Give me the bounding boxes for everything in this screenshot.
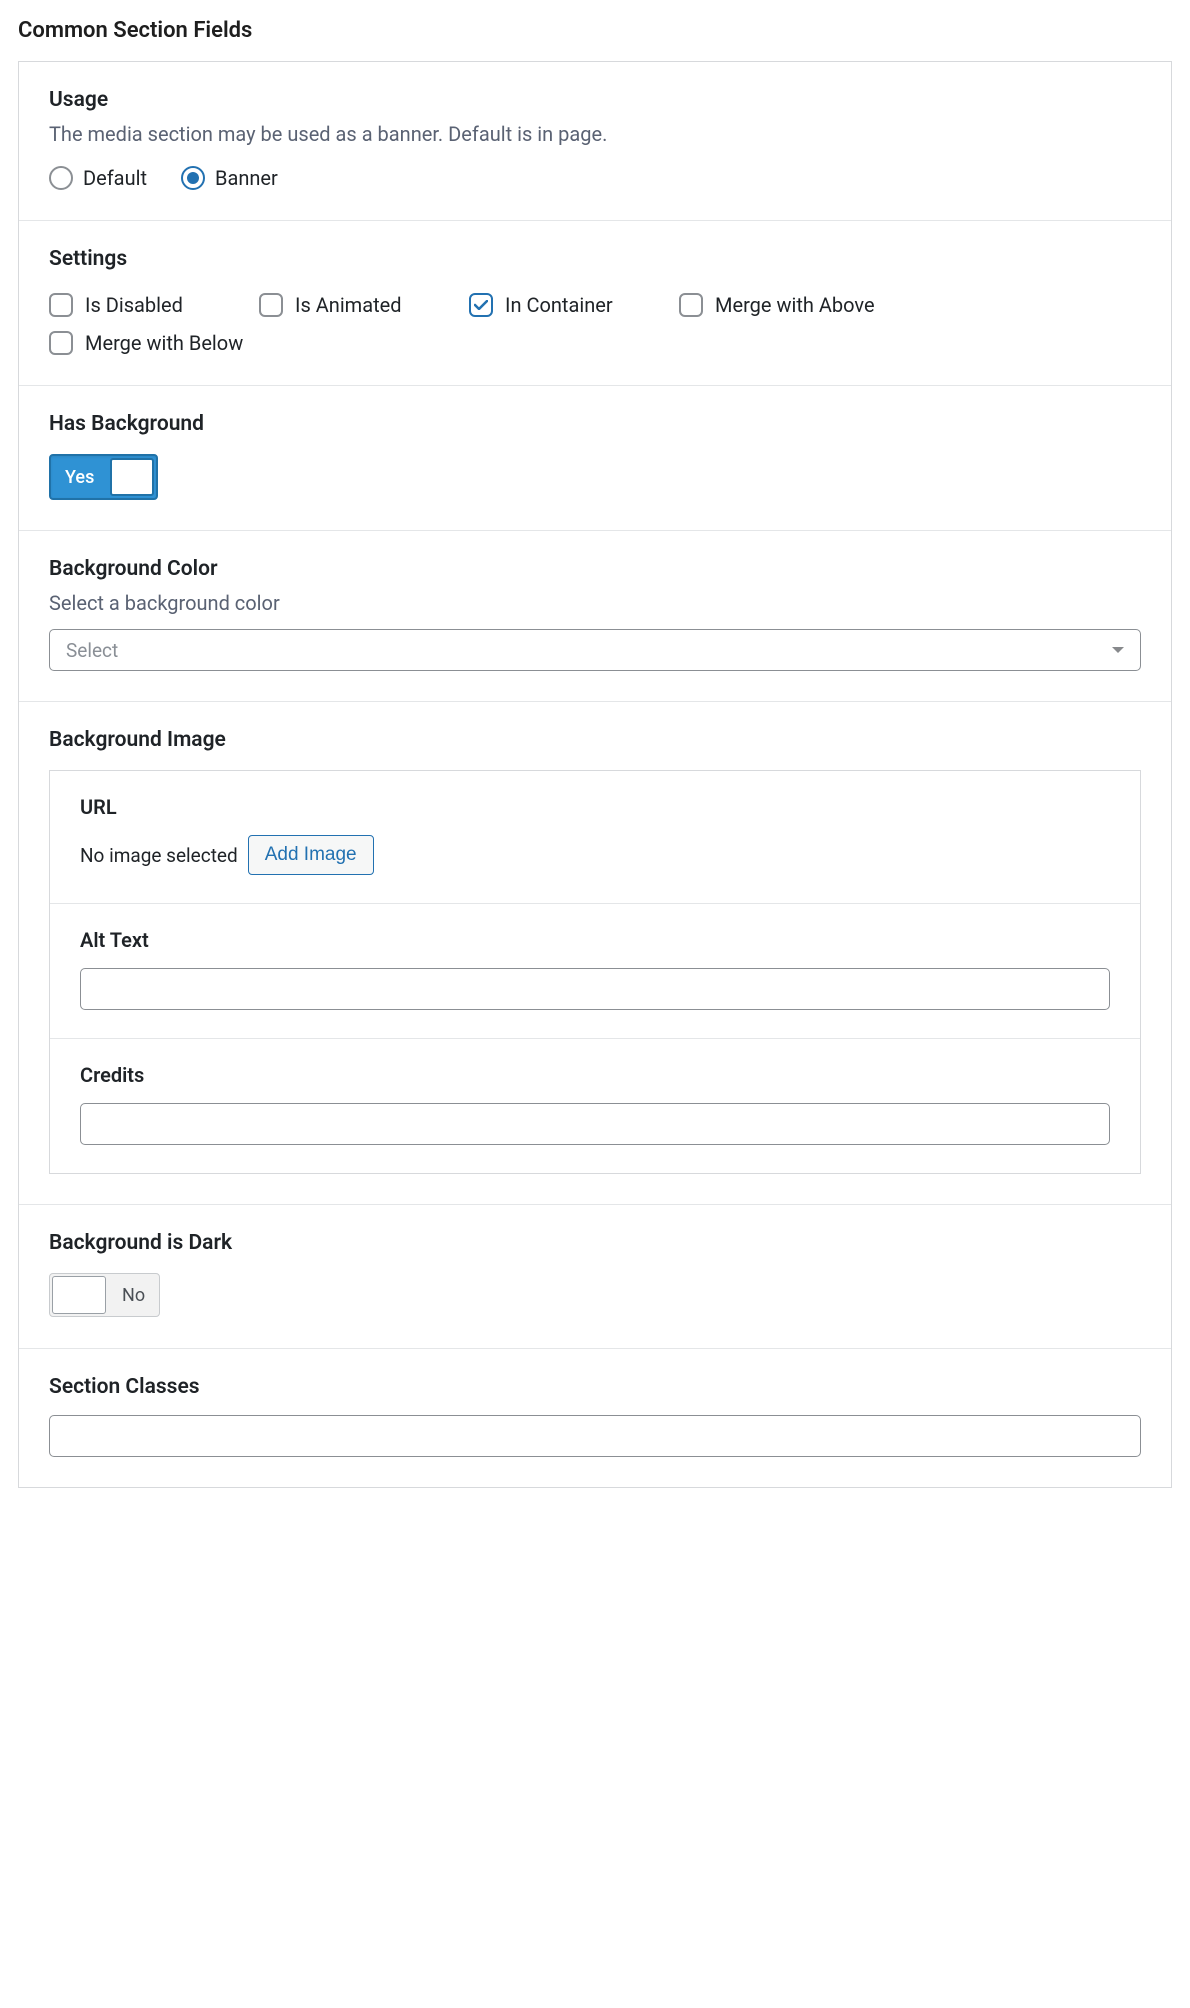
usage-radio-group: Default Banner <box>49 166 1141 190</box>
checkbox-icon <box>49 331 73 355</box>
bg-image-alt-label: Alt Text <box>80 928 1110 952</box>
has-background-label: Has Background <box>49 412 1141 436</box>
radio-default[interactable]: Default <box>49 166 147 190</box>
background-color-select[interactable]: Select <box>49 629 1141 671</box>
checkbox-in-container[interactable]: In Container <box>469 293 619 317</box>
bg-image-url-field: URL No image selected Add Image <box>50 771 1140 904</box>
settings-options: Is Disabled Is Animated In Container Mer… <box>49 293 1141 355</box>
has-background-field: Has Background Yes <box>19 386 1171 531</box>
radio-banner-label: Banner <box>215 166 278 190</box>
checkbox-icon <box>679 293 703 317</box>
radio-banner[interactable]: Banner <box>181 166 278 190</box>
bg-image-credits-field: Credits <box>50 1039 1140 1173</box>
alt-text-input[interactable] <box>80 968 1110 1010</box>
radio-icon <box>49 166 73 190</box>
toggle-on-label: Yes <box>51 467 108 488</box>
background-image-field: Background Image URL No image selected A… <box>19 702 1171 1205</box>
background-image-panel: URL No image selected Add Image Alt Text… <box>49 770 1141 1174</box>
checkbox-is-disabled[interactable]: Is Disabled <box>49 293 199 317</box>
toggle-off-label: No <box>108 1285 159 1306</box>
chevron-down-icon <box>1112 647 1124 653</box>
toggle-knob <box>110 458 154 496</box>
checkbox-icon <box>469 293 493 317</box>
bg-image-url-row: No image selected Add Image <box>80 835 1110 875</box>
background-color-label: Background Color <box>49 557 1141 581</box>
checkbox-label: In Container <box>505 293 613 317</box>
background-color-desc: Select a background color <box>49 591 1141 615</box>
section-classes-label: Section Classes <box>49 1375 1141 1399</box>
checkbox-icon <box>259 293 283 317</box>
checkbox-label: Merge with Above <box>715 293 875 317</box>
checkbox-merge-above[interactable]: Merge with Above <box>679 293 875 317</box>
toggle-knob <box>52 1276 106 1314</box>
checkbox-label: Merge with Below <box>85 331 243 355</box>
add-image-button[interactable]: Add Image <box>248 835 374 875</box>
section-classes-field: Section Classes <box>19 1349 1171 1487</box>
settings-field: Settings Is Disabled Is Animated In Cont… <box>19 221 1171 386</box>
section-classes-input[interactable] <box>49 1415 1141 1457</box>
select-placeholder: Select <box>66 639 118 662</box>
radio-icon <box>181 166 205 190</box>
background-color-field: Background Color Select a background col… <box>19 531 1171 702</box>
panel-title: Common Section Fields <box>18 18 1172 43</box>
background-image-label: Background Image <box>49 728 1141 752</box>
usage-label: Usage <box>49 88 1141 112</box>
bg-image-url-label: URL <box>80 795 1110 819</box>
usage-description: The media section may be used as a banne… <box>49 122 1141 146</box>
radio-default-label: Default <box>83 166 147 190</box>
checkbox-label: Is Disabled <box>85 293 183 317</box>
checkbox-merge-below[interactable]: Merge with Below <box>49 331 1141 355</box>
common-section-fields-panel: Usage The media section may be used as a… <box>18 61 1172 1488</box>
checkbox-label: Is Animated <box>295 293 402 317</box>
background-dark-toggle[interactable]: No <box>49 1273 160 1317</box>
checkbox-icon <box>49 293 73 317</box>
bg-image-alt-field: Alt Text <box>50 904 1140 1039</box>
background-dark-field: Background is Dark No <box>19 1205 1171 1349</box>
checkbox-is-animated[interactable]: Is Animated <box>259 293 409 317</box>
bg-image-credits-label: Credits <box>80 1063 1110 1087</box>
has-background-toggle[interactable]: Yes <box>49 454 158 500</box>
credits-input[interactable] <box>80 1103 1110 1145</box>
no-image-text: No image selected <box>80 844 238 867</box>
settings-label: Settings <box>49 247 1141 271</box>
background-dark-label: Background is Dark <box>49 1231 1141 1255</box>
usage-field: Usage The media section may be used as a… <box>19 62 1171 221</box>
